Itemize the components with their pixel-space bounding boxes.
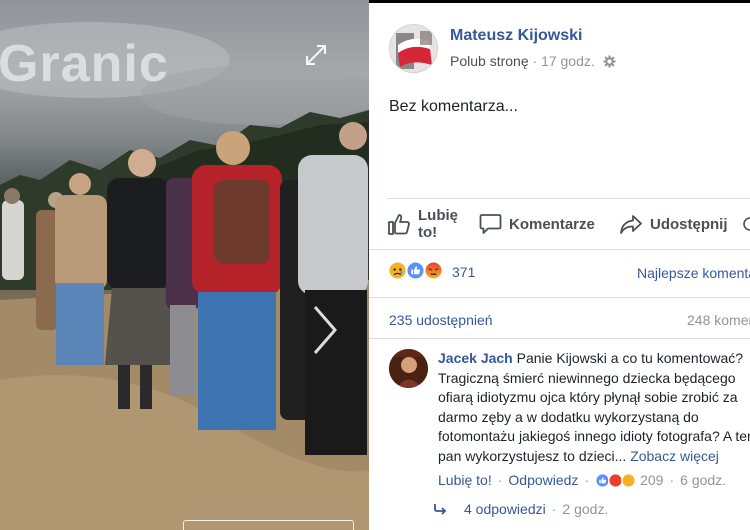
post-text: Bez komentarza... [389,98,518,115]
comment-sort-dropdown[interactable]: Najlepsze komentarze [637,265,750,281]
reply-arrow-icon [434,504,447,515]
reaction-icons[interactable] [389,262,443,279]
comment-like-link[interactable]: Lubię to! [438,472,492,488]
comment-button[interactable]: Komentarze [479,199,595,249]
reaction-count[interactable]: 371 [452,264,475,280]
meta-separator: · [532,53,538,69]
comment-text: Panie Kijowski a co tu komentować? Tragi… [438,350,750,464]
divider [369,249,750,250]
flag-avatar-icon [390,25,437,72]
post-photo[interactable]: Granic [0,0,369,530]
share-dropdown[interactable] [743,199,750,249]
commenter-avatar[interactable] [389,349,428,388]
like-button[interactable]: Lubię to! [387,199,462,249]
photo-caption-box [183,520,354,530]
thumbs-up-icon [388,214,410,235]
see-more-link[interactable]: Zobacz więcej [630,448,719,464]
expand-icon[interactable] [303,42,329,68]
divider [369,297,750,298]
like-button-label: Lubię to! [418,207,458,241]
post-actions: Lubię to! Komentarze Udostępnij [369,199,750,249]
post-meta: Polub stronę · 17 godz. [450,53,616,69]
like-reaction-icon [407,262,424,279]
author-avatar[interactable] [389,24,438,73]
comment-actions: Lubię to! · Odpowiedz · 209 · 6 godz. [438,472,727,488]
post-panel: Mateusz Kijowski Polub stronę · 17 godz.… [369,3,750,530]
comment-bubble-icon [479,214,502,234]
comment-reaction-count[interactable]: 209 [640,472,663,488]
commenter-photo [389,349,428,388]
comments-count[interactable]: 248 komentarzy [687,312,750,328]
photo-watermark: Granic [0,35,169,93]
share-button[interactable]: Udostępnij [619,199,728,249]
angry-reaction-icon [425,262,442,279]
view-replies-link[interactable]: 4 odpowiedzi [464,501,546,517]
sad-reaction-icon [389,262,406,279]
reactions-row: 371 Najlepsze komentarze [369,261,750,285]
divider [369,338,750,339]
comment-button-label: Komentarze [509,215,595,233]
post-author[interactable]: Mateusz Kijowski [450,27,582,45]
chevron-right-icon[interactable] [309,303,341,357]
comment-body: Jacek Jach Panie Kijowski a co tu koment… [438,349,750,466]
share-button-label: Udostępnij [650,215,728,233]
gear-icon[interactable] [603,55,616,68]
comment-author[interactable]: Jacek Jach [438,350,513,366]
sad-reaction-icon [621,472,637,488]
post-time[interactable]: 17 godz. [541,53,595,69]
share-arrow-icon [620,215,642,234]
replies-time: 2 godz. [562,501,609,517]
emoji-icon [743,217,750,231]
replies-row: 4 odpowiedzi · 2 godz. [433,501,608,517]
shares-count[interactable]: 235 udostępnień [389,312,493,328]
comment-reply-link[interactable]: Odpowiedz [508,472,578,488]
comment-time[interactable]: 6 godz. [680,472,726,488]
like-page-link[interactable]: Polub stronę [450,53,529,69]
